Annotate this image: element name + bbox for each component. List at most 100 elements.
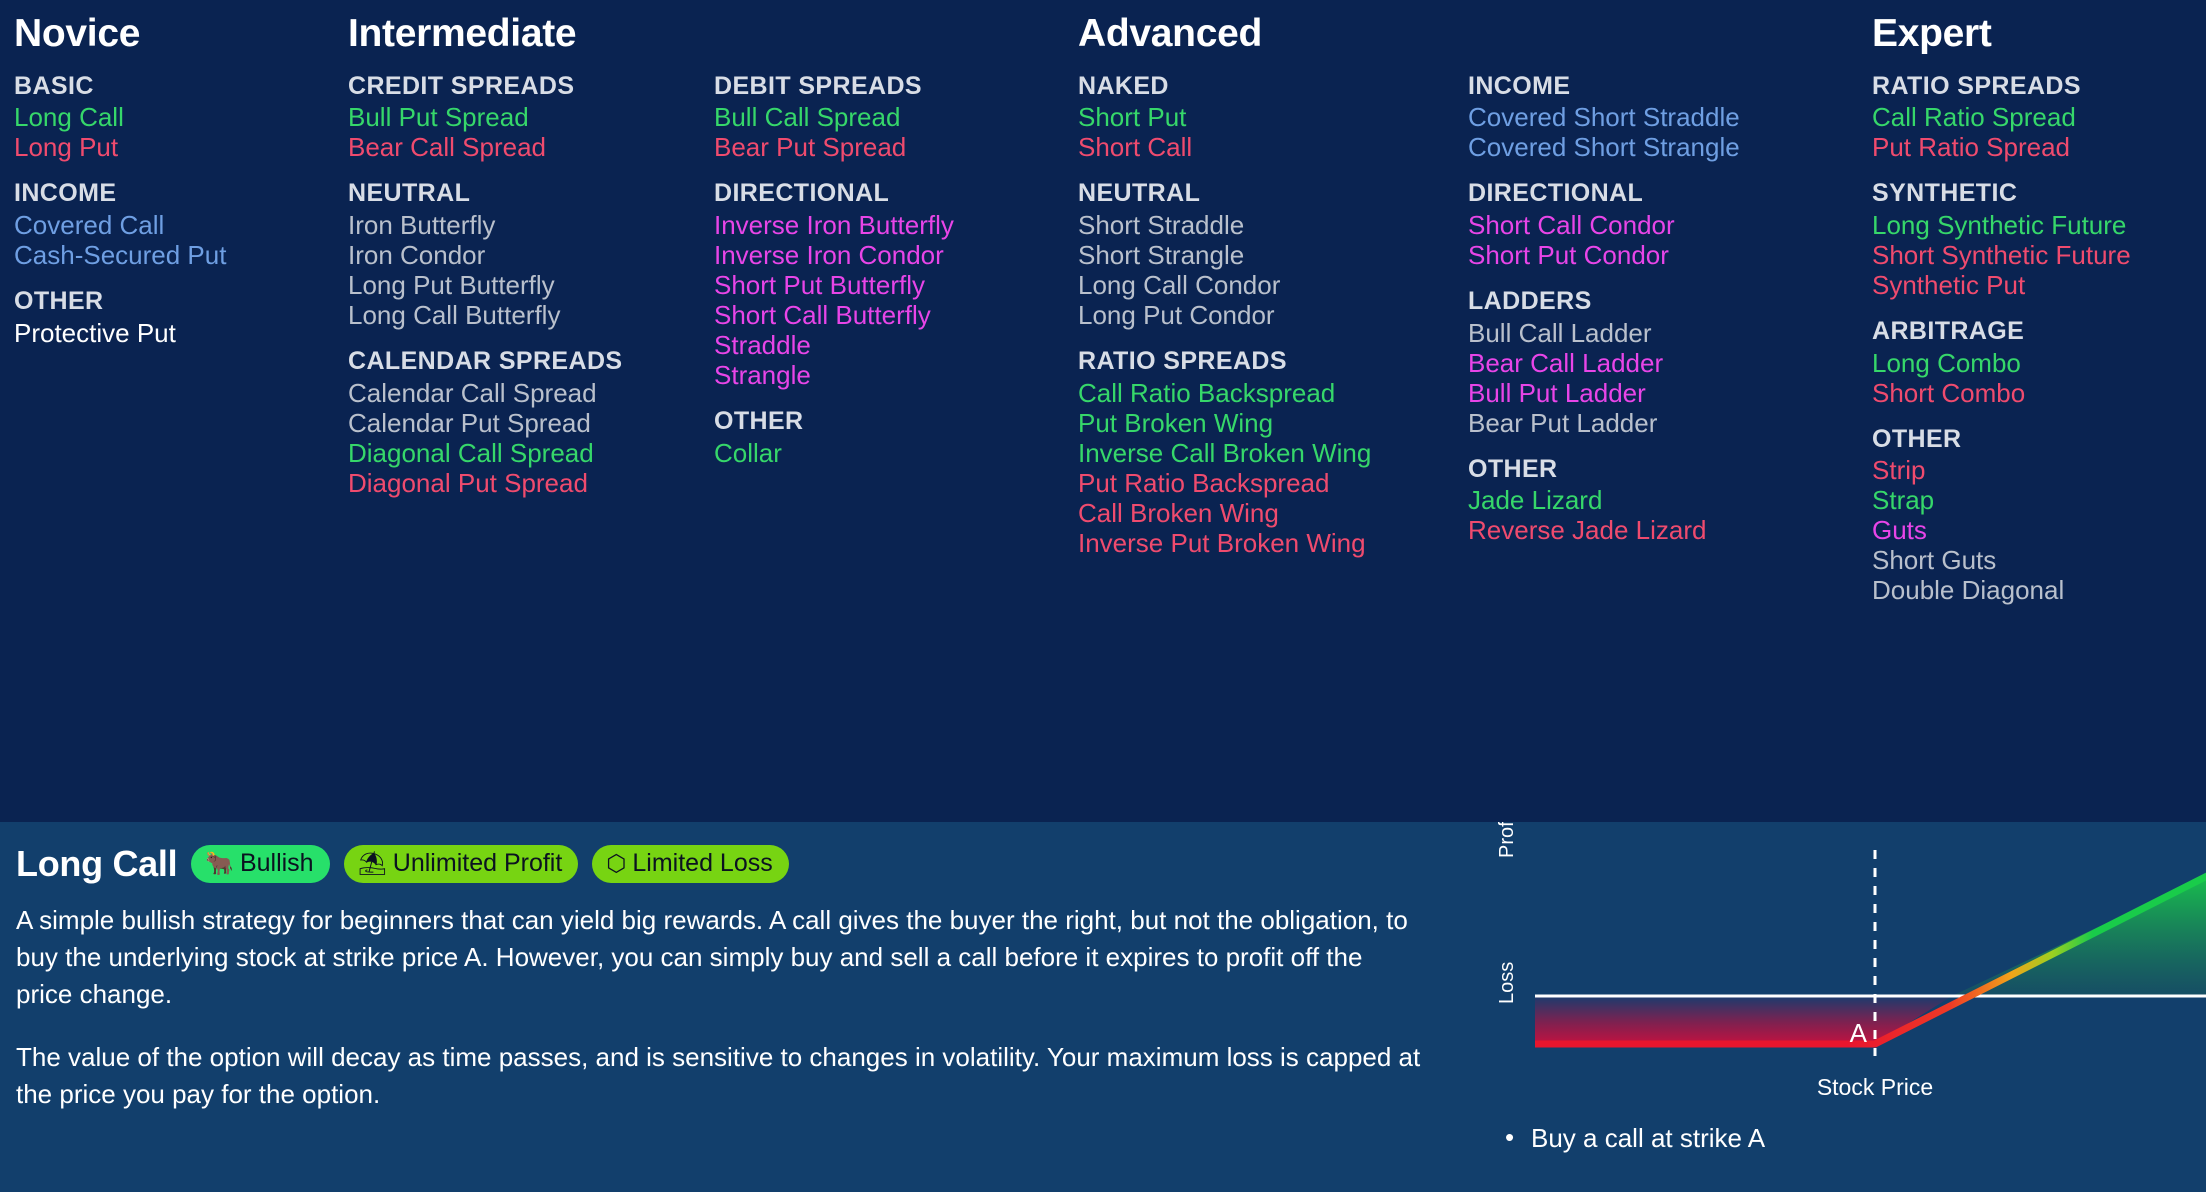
strategy-link[interactable]: Iron Condor [348, 240, 714, 270]
category-column: DEBIT SPREADS Bull Call Spread Bear Put Sp… [714, 71, 1064, 514]
strategy-link[interactable]: Cash-Secured Put [14, 240, 246, 270]
strategy-link[interactable]: Bull Call Spread [714, 102, 1064, 132]
level-group-intermediate: Intermediate CREDIT SPREADS Bull Put Sprea… [348, 0, 1064, 514]
category-block: ARBITRAGE Long Combo Short Combo [1872, 316, 2202, 408]
strategy-link[interactable]: Straddle [714, 330, 1064, 360]
detail-header-row: Long Call 🐂 Bullish ⛱ Unlimited Profit ⬡ Limi… [16, 842, 1425, 886]
strategy-link[interactable]: Short Call Butterfly [714, 300, 1064, 330]
strategy-link[interactable]: Diagonal Put Spread [348, 468, 714, 498]
strategy-link[interactable]: Double Diagonal [1872, 575, 2202, 605]
strategy-link[interactable]: Bear Call Spread [348, 132, 714, 162]
strategy-link[interactable]: Long Synthetic Future [1872, 210, 2202, 240]
strategy-link[interactable]: Put Ratio Spread [1872, 132, 2202, 162]
strategy-link[interactable]: Bull Put Ladder [1468, 378, 1788, 408]
bull-icon: 🐂 [205, 850, 234, 876]
strategy-link[interactable]: Short Call Condor [1468, 210, 1788, 240]
category-heading: DIRECTIONAL [1468, 179, 1644, 208]
strategy-title: Long Call [16, 843, 178, 884]
attribute-badges: 🐂 Bullish ⛱ Unlimited Profit ⬡ Limited Loss [191, 845, 789, 883]
category-heading: NEUTRAL [1078, 179, 1201, 208]
strategy-link[interactable]: Bull Call Ladder [1468, 318, 1788, 348]
strategy-link[interactable]: Protective Put [14, 318, 246, 348]
level-columns: BASIC Long Call Long Put INCOME Covered Call… [14, 71, 246, 364]
level-group-expert: Expert RATIO SPREADS Call Ratio Spread Put … [1872, 0, 2202, 621]
category-heading: ARBITRAGE [1872, 317, 2025, 346]
strategy-link[interactable]: Short Straddle [1078, 210, 1468, 240]
strategy-link[interactable]: Short Combo [1872, 378, 2202, 408]
strategy-link[interactable]: Reverse Jade Lizard [1468, 515, 1788, 545]
level-columns: RATIO SPREADS Call Ratio Spread Put Ratio … [1872, 71, 2202, 621]
strategy-detail-panel: Long Call 🐂 Bullish ⛱ Unlimited Profit ⬡ Limi… [0, 822, 2206, 1192]
strategy-link[interactable]: Calendar Put Spread [348, 408, 714, 438]
strategy-link[interactable]: Short Synthetic Future [1872, 240, 2202, 270]
strategy-link[interactable]: Strap [1872, 485, 2202, 515]
strategy-link[interactable]: Strip [1872, 455, 2202, 485]
chart-xaxis-label: Stock Price [1817, 1074, 1933, 1100]
strategy-link[interactable]: Synthetic Put [1872, 270, 2202, 300]
category-block: OTHER Jade Lizard Reverse Jade Lizard [1468, 454, 1788, 546]
strategy-link[interactable]: Short Put [1078, 102, 1468, 132]
strategy-link[interactable]: Bull Put Spread [348, 102, 714, 132]
strategy-link[interactable]: Inverse Call Broken Wing [1078, 438, 1468, 468]
category-heading: NEUTRAL [348, 179, 471, 208]
category-column: CREDIT SPREADS Bull Put Spread Bear Call S… [348, 71, 714, 514]
strategy-link[interactable]: Calendar Call Spread [348, 378, 714, 408]
level-columns: NAKED Short Put Short Call NEUTRAL Short Str… [1078, 71, 1788, 574]
strategy-link[interactable]: Long Call [14, 102, 246, 132]
category-heading: LADDERS [1468, 287, 1592, 315]
category-block: OTHER Collar [714, 406, 1064, 468]
strategy-link[interactable]: Bear Put Ladder [1468, 408, 1788, 438]
category-heading: OTHER [1872, 424, 1962, 453]
category-block: DEBIT SPREADS Bull Call Spread Bear Put Sp… [714, 71, 1064, 163]
strategy-link[interactable]: Strangle [714, 360, 1064, 390]
strategy-link[interactable]: Inverse Iron Butterfly [714, 210, 1064, 240]
strategy-link[interactable]: Short Call [1078, 132, 1468, 162]
strategy-link[interactable]: Covered Short Strangle [1468, 132, 1788, 162]
strategy-link[interactable]: Guts [1872, 515, 2202, 545]
payoff-diagram-column: Profit Loss A Stock Price Buy a call at … [1455, 822, 2206, 1192]
strategy-link[interactable]: Call Ratio Backspread [1078, 378, 1468, 408]
category-heading: INCOME [1468, 71, 1571, 100]
category-column: NAKED Short Put Short Call NEUTRAL Short Str… [1078, 71, 1468, 574]
strategy-link[interactable]: Put Broken Wing [1078, 408, 1468, 438]
level-group-advanced: Advanced NAKED Short Put Short Call NEUTRAL S… [1078, 0, 1788, 574]
strategy-link[interactable]: Diagonal Call Spread [348, 438, 714, 468]
strategy-link[interactable]: Collar [714, 438, 1064, 468]
badge-label: Limited Loss [632, 849, 773, 877]
category-block: SYNTHETIC Long Synthetic Future Short Synt… [1872, 178, 2202, 300]
strategy-link[interactable]: Short Put Butterfly [714, 270, 1064, 300]
category-block: INCOME Covered Call Cash-Secured Put [14, 178, 246, 270]
category-block: LADDERS Bull Call Ladder Bear Call Ladder B… [1468, 286, 1788, 438]
category-column: BASIC Long Call Long Put INCOME Covered Call… [14, 71, 246, 364]
level-title: Advanced [1078, 12, 1262, 55]
strategy-link[interactable]: Long Put Condor [1078, 300, 1468, 330]
strategy-link[interactable]: Covered Short Straddle [1468, 102, 1788, 132]
strategy-link[interactable]: Inverse Iron Condor [714, 240, 1064, 270]
strategy-link[interactable]: Call Ratio Spread [1872, 102, 2202, 132]
strategy-link[interactable]: Short Guts [1872, 545, 2202, 575]
strategy-link[interactable]: Jade Lizard [1468, 485, 1788, 515]
strategy-link[interactable]: Long Combo [1872, 348, 2202, 378]
strategy-link[interactable]: Short Strangle [1078, 240, 1468, 270]
strategy-link[interactable]: Long Call Condor [1078, 270, 1468, 300]
category-block: DIRECTIONAL Short Call Condor Short Put Co… [1468, 178, 1788, 270]
category-block: INCOME Covered Short Straddle Covered Shor… [1468, 71, 1788, 163]
category-block: NAKED Short Put Short Call [1078, 71, 1468, 163]
strategy-link[interactable]: Covered Call [14, 210, 246, 240]
strategy-link[interactable]: Long Put [14, 132, 246, 162]
strategy-link[interactable]: Put Ratio Backspread [1078, 468, 1468, 498]
category-heading: OTHER [14, 287, 104, 315]
category-heading: OTHER [714, 407, 804, 436]
strategy-link[interactable]: Long Call Butterfly [348, 300, 714, 330]
strategy-link[interactable]: Bear Put Spread [714, 132, 1064, 162]
strategy-link[interactable]: Bear Call Ladder [1468, 348, 1788, 378]
category-heading: SYNTHETIC [1872, 179, 2018, 208]
strategy-leg-item: Buy a call at strike A [1505, 1121, 1765, 1156]
strategy-link[interactable]: Short Put Condor [1468, 240, 1788, 270]
chart-loss-label: Loss [1496, 962, 1518, 1004]
category-block: RATIO SPREADS Call Ratio Backspread Put Br… [1078, 346, 1468, 558]
strategy-link[interactable]: Inverse Put Broken Wing [1078, 528, 1468, 558]
strategy-link[interactable]: Call Broken Wing [1078, 498, 1468, 528]
strategy-link[interactable]: Iron Butterfly [348, 210, 714, 240]
strategy-link[interactable]: Long Put Butterfly [348, 270, 714, 300]
